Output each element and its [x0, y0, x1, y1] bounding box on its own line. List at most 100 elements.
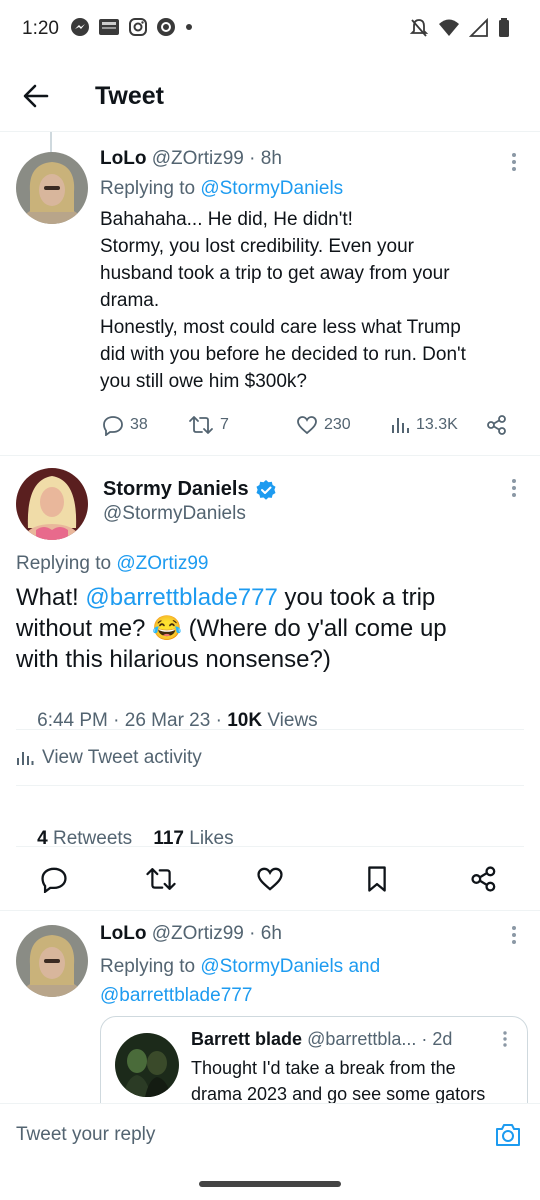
divider — [16, 846, 524, 847]
heart-icon — [296, 414, 318, 436]
divider — [16, 729, 524, 730]
author-handle[interactable]: @ZOrtiz99 — [152, 923, 244, 944]
main-tweet-line-3: with this hilarious nonsense?) — [16, 646, 331, 673]
author-handle[interactable]: @ZOrtiz99 — [152, 148, 244, 169]
tweet-line: did with you before he decided to run. D… — [100, 344, 466, 365]
more-options-icon[interactable] — [504, 476, 524, 500]
quoted-header: Barrett blade @barrettbla... · 2d — [191, 1029, 452, 1050]
main-replying-to: Replying to @ZOrtiz99 — [16, 553, 208, 575]
replying-to-link[interactable]: @StormyDaniels — [200, 956, 343, 977]
reply-tweet-lolo[interactable]: LoLo @ZOrtiz99 · 8h Replying to @StormyD… — [0, 140, 540, 455]
engagement-counts: 4 Retweets 117 Likes — [16, 806, 233, 872]
retweet-count: 7 — [220, 416, 229, 433]
activity-chart-icon — [16, 749, 34, 767]
divider — [16, 785, 524, 786]
gesture-nav-bar[interactable] — [199, 1181, 341, 1187]
replying-to: Replying to @StormyDaniels — [100, 178, 343, 200]
threads-icon — [156, 17, 176, 37]
tweet-time: · 6h — [249, 923, 282, 944]
avatar-stormy[interactable] — [16, 468, 88, 540]
activity-label: View Tweet activity — [42, 747, 202, 768]
camera-icon[interactable] — [494, 1122, 522, 1148]
system-icons — [409, 18, 510, 38]
tweet-line: Bahahaha... He did, He didn't! — [100, 209, 353, 230]
more-options-icon[interactable] — [497, 1029, 513, 1049]
views-label: Views — [262, 710, 318, 731]
share-icon[interactable] — [486, 414, 508, 436]
views-count: 13.3K — [416, 416, 458, 433]
avatar-barrett — [115, 1033, 179, 1097]
quoted-body: Thought I'd take a break from the drama … — [191, 1055, 521, 1107]
tweet-text: What! — [16, 584, 86, 611]
share-button[interactable] — [470, 865, 498, 893]
bell-off-icon — [409, 18, 429, 38]
reply-composer: Tweet your reply — [0, 1103, 540, 1163]
replying-to: Replying to @StormyDaniels and @barrettb… — [100, 952, 520, 1010]
reply-action[interactable]: 38 — [102, 414, 148, 436]
views-count: 10K — [227, 710, 263, 731]
news-icon — [98, 17, 120, 37]
replying-to-link[interactable]: @barrettblade777 — [100, 985, 252, 1006]
retweet-button[interactable] — [145, 865, 177, 893]
timestamp[interactable]: 6:44 PM · 26 Mar 23 · — [37, 710, 227, 731]
battery-icon — [498, 18, 510, 38]
retweet-icon — [188, 414, 214, 436]
quoted-author-name: Barrett blade — [191, 1029, 303, 1049]
tweet-line: husband took a trip to get away from you… — [100, 263, 450, 284]
main-author-row: Stormy Daniels — [103, 478, 277, 501]
replying-prefix: Replying to — [16, 553, 112, 574]
instagram-icon — [128, 17, 148, 37]
views-chart-icon — [390, 414, 410, 436]
reply-tweet-lolo-2[interactable]: LoLo @ZOrtiz99 · 6h Replying to @StormyD… — [0, 911, 540, 1126]
bookmark-button[interactable] — [364, 865, 390, 893]
reply-icon — [102, 414, 124, 436]
verified-badge-icon[interactable] — [255, 479, 277, 501]
quoted-line: Thought I'd take a break from the — [191, 1058, 456, 1078]
replying-to-link[interactable]: @ZOrtiz99 — [116, 553, 208, 574]
main-tweet-meta: 6:44 PM · 26 Mar 23 · 10K Views — [16, 688, 318, 754]
views-action[interactable]: 13.3K — [390, 414, 458, 436]
author-name[interactable]: LoLo — [100, 923, 146, 944]
retweet-action[interactable]: 7 — [188, 414, 229, 436]
tweet-header: LoLo @ZOrtiz99 · 6h — [100, 923, 282, 945]
wifi-icon — [438, 18, 460, 38]
main-author-handle[interactable]: @StormyDaniels — [103, 503, 246, 525]
like-action[interactable]: 230 — [296, 414, 351, 436]
status-bar: 1:20 — [0, 0, 540, 60]
avatar-lolo[interactable] — [16, 152, 88, 224]
replying-to-link[interactable]: @StormyDaniels — [200, 178, 343, 199]
tweet-header: LoLo @ZOrtiz99 · 8h — [100, 148, 282, 170]
main-tweet-line-2: without me? 😂 (Where do y'all come up — [16, 615, 447, 642]
more-options-icon[interactable] — [504, 923, 524, 947]
back-arrow-icon[interactable] — [22, 82, 50, 110]
reply-button[interactable] — [40, 865, 68, 893]
quoted-time: · 2d — [421, 1029, 453, 1049]
tweet-text: you took a trip — [277, 584, 436, 611]
status-time: 1:20 — [22, 18, 59, 39]
author-name[interactable]: LoLo — [100, 148, 146, 169]
tweet-body: Bahahaha... He did, He didn't! Stormy, y… — [100, 206, 530, 395]
main-tweet: Stormy Daniels @StormyDaniels Replying t… — [0, 456, 540, 910]
reply-count: 38 — [130, 416, 148, 433]
replying-prefix: Replying to — [100, 956, 196, 977]
mention-link[interactable]: @barrettblade777 — [85, 584, 278, 611]
more-options-icon[interactable] — [504, 150, 524, 174]
tweet-line: Stormy, you lost credibility. Even your — [100, 236, 414, 257]
reply-input[interactable]: Tweet your reply — [16, 1124, 155, 1146]
tweet-time: · 8h — [249, 148, 282, 169]
like-button[interactable] — [256, 865, 284, 893]
main-tweet-body: What! @barrettblade777 you took a trip w… — [16, 582, 526, 675]
tweet-line: drama. — [100, 290, 160, 311]
view-tweet-activity[interactable]: View Tweet activity — [16, 747, 202, 769]
main-tweet-line-1: What! @barrettblade777 you took a trip — [16, 582, 526, 613]
replying-prefix: Replying to — [100, 178, 196, 199]
quoted-author-handle: @barrettbla... — [307, 1029, 417, 1049]
avatar-lolo[interactable] — [16, 925, 88, 997]
main-author-name[interactable]: Stormy Daniels — [103, 478, 249, 501]
page-title: Tweet — [95, 82, 164, 110]
signal-icon — [469, 18, 489, 38]
dot-icon — [184, 17, 194, 37]
replying-and: and — [343, 956, 381, 977]
app-header: Tweet — [0, 60, 540, 132]
messenger-icon — [70, 17, 90, 37]
